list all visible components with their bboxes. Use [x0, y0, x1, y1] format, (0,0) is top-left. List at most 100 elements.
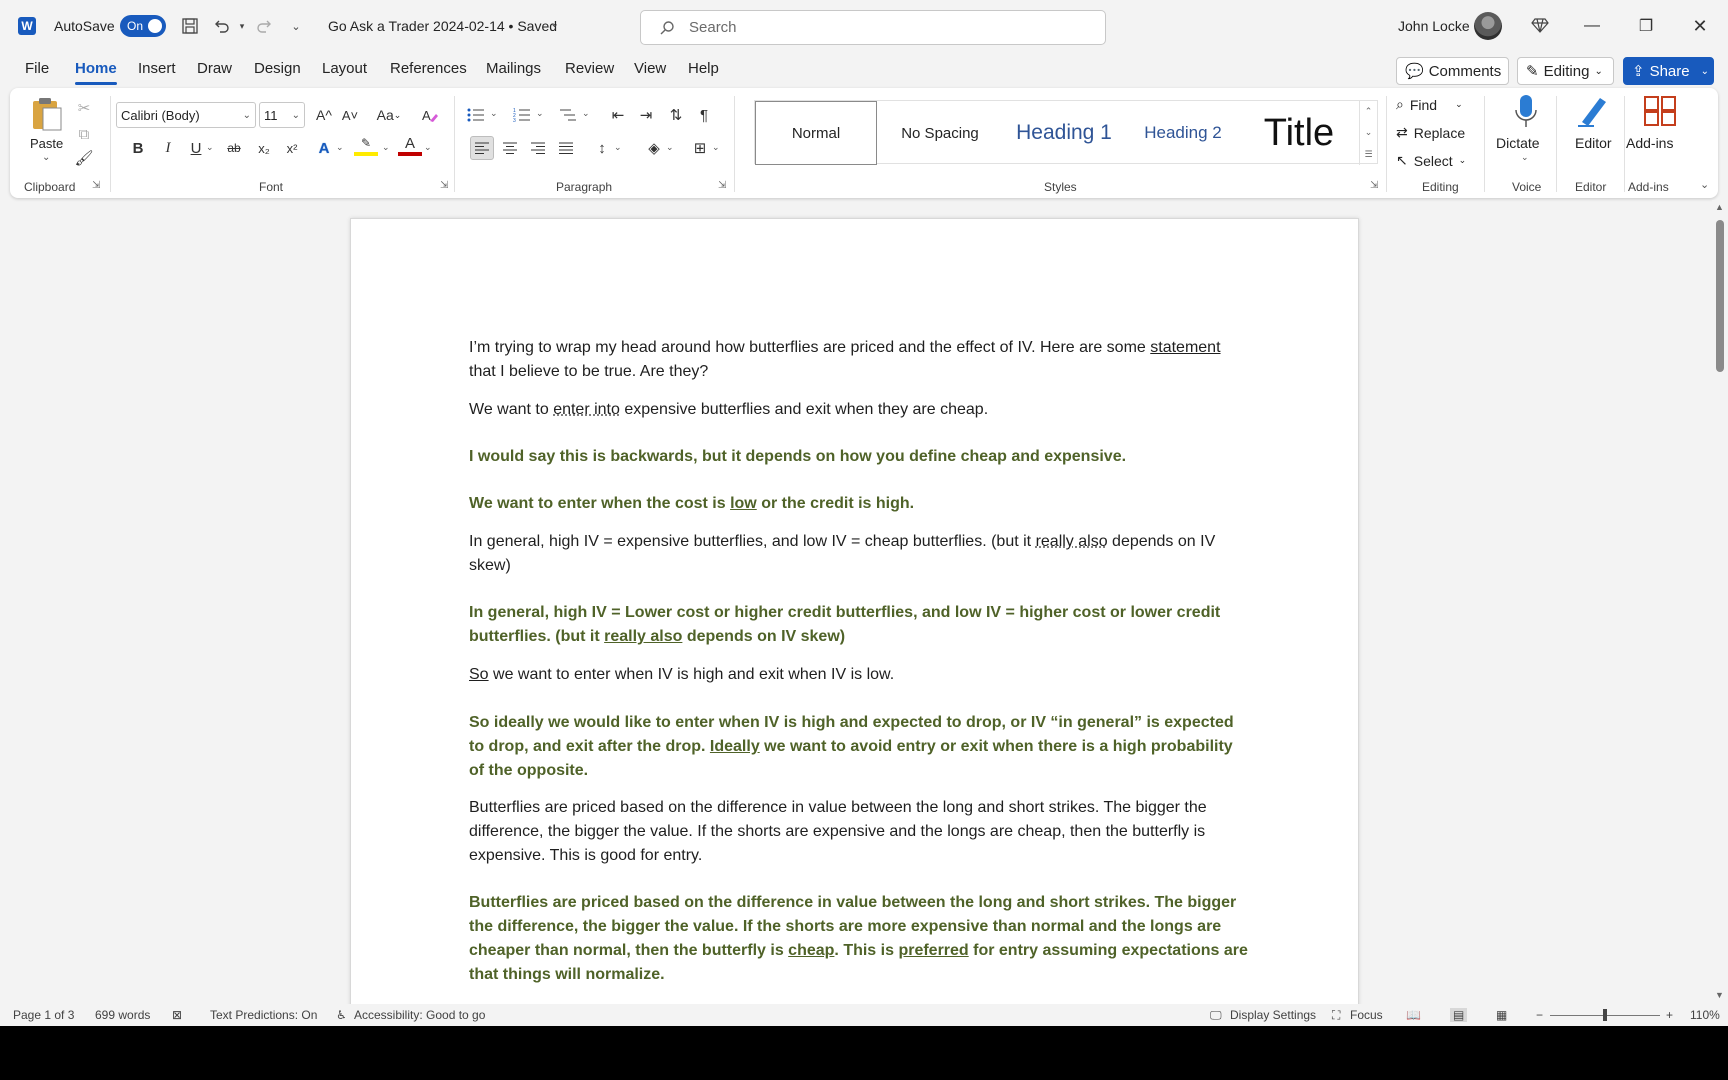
- editing-mode-button[interactable]: ✎ Editing ⌄: [1517, 57, 1614, 85]
- bullets-icon[interactable]: [464, 103, 488, 127]
- text-predictions[interactable]: Text Predictions: On: [210, 1008, 317, 1022]
- paragraph-9[interactable]: Butterflies are priced based on the diff…: [469, 796, 1249, 868]
- read-mode-icon[interactable]: 📖: [1406, 1008, 1421, 1022]
- cut-icon[interactable]: ✂: [72, 96, 96, 120]
- customize-qat-icon[interactable]: ⌄: [285, 15, 307, 37]
- line-spacing-dropdown-icon[interactable]: ⌄: [614, 142, 622, 153]
- display-settings[interactable]: Display Settings: [1230, 1008, 1316, 1022]
- highlight-icon[interactable]: ✎: [354, 134, 378, 156]
- numbering-icon[interactable]: 123: [510, 103, 534, 127]
- focus-mode[interactable]: Focus: [1350, 1008, 1383, 1022]
- subscript-icon[interactable]: x₂: [252, 136, 276, 160]
- style-normal[interactable]: Normal: [755, 101, 877, 165]
- styles-scroll[interactable]: ⌃ ⌄ ☰: [1359, 101, 1377, 165]
- clear-formatting-icon[interactable]: A: [418, 103, 442, 127]
- clipboard-launcher-icon[interactable]: ⇲: [92, 180, 100, 191]
- dictate-dropdown-icon[interactable]: ⌄: [1521, 152, 1529, 163]
- paste-dropdown-icon[interactable]: ⌄: [42, 152, 50, 163]
- grow-font-icon[interactable]: A^: [312, 103, 336, 127]
- tab-mailings[interactable]: Mailings: [486, 60, 541, 77]
- paste-label[interactable]: Paste: [30, 136, 63, 151]
- change-case-icon[interactable]: Aa ⌄: [372, 103, 406, 127]
- borders-dropdown-icon[interactable]: ⌄: [712, 142, 720, 153]
- share-dropdown-icon[interactable]: ⌄: [1701, 66, 1709, 77]
- align-left-icon[interactable]: [470, 136, 494, 160]
- tab-help[interactable]: Help: [688, 60, 719, 77]
- scroll-thumb[interactable]: [1716, 220, 1724, 372]
- tab-view[interactable]: View: [634, 60, 666, 77]
- styles-launcher-icon[interactable]: ⇲: [1370, 180, 1378, 191]
- replace-button[interactable]: ⇄ Replace: [1396, 124, 1465, 141]
- tab-draw[interactable]: Draw: [197, 60, 232, 77]
- font-size-combo[interactable]: 11 ⌄: [259, 102, 305, 128]
- search-box[interactable]: Search: [640, 10, 1106, 45]
- justify-icon[interactable]: [554, 136, 578, 160]
- zoom-in-icon[interactable]: +: [1666, 1008, 1673, 1022]
- doc-title-chevron-icon[interactable]: ⌄: [550, 17, 559, 30]
- zoom-slider-thumb[interactable]: [1603, 1009, 1607, 1021]
- microphone-icon[interactable]: [1514, 94, 1538, 130]
- tab-review[interactable]: Review: [565, 60, 614, 77]
- zoom-level[interactable]: 110%: [1690, 1008, 1720, 1022]
- styles-more-icon[interactable]: ☰: [1364, 149, 1372, 160]
- multilevel-list-icon[interactable]: [556, 103, 580, 127]
- line-spacing-icon[interactable]: ↕: [590, 136, 614, 160]
- underline-dropdown-icon[interactable]: ⌄: [206, 142, 214, 153]
- highlight-dropdown-icon[interactable]: ⌄: [382, 142, 390, 153]
- italic-icon[interactable]: I: [156, 136, 180, 160]
- font-launcher-icon[interactable]: ⇲: [440, 180, 448, 191]
- autosave-toggle[interactable]: On: [120, 15, 166, 37]
- document-page[interactable]: I’m trying to wrap my head around how bu…: [350, 218, 1359, 1004]
- tab-references[interactable]: References: [390, 60, 467, 77]
- borders-icon[interactable]: ⊞: [688, 136, 712, 160]
- show-formatting-icon[interactable]: ¶: [692, 103, 716, 127]
- shading-dropdown-icon[interactable]: ⌄: [666, 142, 674, 153]
- select-dropdown-icon[interactable]: ⌄: [1459, 155, 1467, 166]
- multilevel-dropdown-icon[interactable]: ⌄: [582, 108, 590, 119]
- decrease-indent-icon[interactable]: ⇤: [606, 103, 630, 127]
- tab-layout[interactable]: Layout: [322, 60, 367, 77]
- share-button[interactable]: ⇪ Share ⌄: [1623, 57, 1714, 85]
- format-painter-icon[interactable]: 🖌: [72, 146, 96, 170]
- bullets-dropdown-icon[interactable]: ⌄: [490, 108, 498, 119]
- numbering-dropdown-icon[interactable]: ⌄: [536, 108, 544, 119]
- tab-insert[interactable]: Insert: [138, 60, 176, 77]
- close-button[interactable]: ✕: [1673, 0, 1727, 52]
- paragraph-6[interactable]: In general, high IV = Lower cost or high…: [469, 601, 1249, 649]
- tab-home[interactable]: Home: [75, 60, 117, 85]
- paragraph-7[interactable]: So we want to enter when IV is high and …: [469, 663, 1249, 687]
- style-heading-2[interactable]: Heading 2: [1125, 101, 1241, 165]
- collapse-ribbon-icon[interactable]: ⌄: [1700, 178, 1709, 191]
- paragraph-5[interactable]: In general, high IV = expensive butterfl…: [469, 530, 1249, 578]
- text-effects-dropdown-icon[interactable]: ⌄: [336, 142, 344, 153]
- doc-title[interactable]: Go Ask a Trader 2024-02-14 • Saved: [328, 18, 557, 34]
- zoom-out-icon[interactable]: −: [1536, 1008, 1543, 1022]
- print-layout-icon[interactable]: ▤: [1450, 1008, 1468, 1022]
- bold-icon[interactable]: B: [126, 136, 150, 160]
- addins-label[interactable]: Add-ins: [1626, 135, 1673, 151]
- paragraph-4[interactable]: We want to enter when the cost is low or…: [469, 492, 1249, 516]
- shrink-font-icon[interactable]: A˅: [338, 103, 362, 127]
- font-color-icon[interactable]: A: [398, 134, 422, 156]
- select-button[interactable]: ↖ Select ⌄: [1396, 152, 1466, 169]
- paragraph-8[interactable]: So ideally we would like to enter when I…: [469, 711, 1249, 783]
- strikethrough-icon[interactable]: ab: [222, 136, 246, 160]
- sort-icon[interactable]: ⇅: [664, 103, 688, 127]
- accessibility-status[interactable]: Accessibility: Good to go: [354, 1008, 485, 1022]
- restore-button[interactable]: ❐: [1619, 0, 1673, 52]
- save-icon[interactable]: [179, 15, 201, 37]
- style-no-spacing[interactable]: No Spacing: [879, 101, 1001, 165]
- addins-icon[interactable]: [1644, 96, 1676, 126]
- tab-design[interactable]: Design: [254, 60, 301, 77]
- comments-button[interactable]: 💬 Comments: [1396, 57, 1509, 85]
- scroll-down-icon[interactable]: ▼: [1715, 990, 1724, 1000]
- web-layout-icon[interactable]: ▦: [1496, 1008, 1507, 1022]
- paragraph-3[interactable]: I would say this is backwards, but it de…: [469, 445, 1249, 469]
- page-count[interactable]: Page 1 of 3: [13, 1008, 74, 1022]
- shading-icon[interactable]: ◈: [642, 136, 666, 160]
- paragraph-1[interactable]: I’m trying to wrap my head around how bu…: [469, 336, 1249, 384]
- align-right-icon[interactable]: [526, 136, 550, 160]
- superscript-icon[interactable]: x²: [280, 136, 304, 160]
- font-color-dropdown-icon[interactable]: ⌄: [424, 142, 432, 153]
- paste-icon[interactable]: [30, 96, 64, 132]
